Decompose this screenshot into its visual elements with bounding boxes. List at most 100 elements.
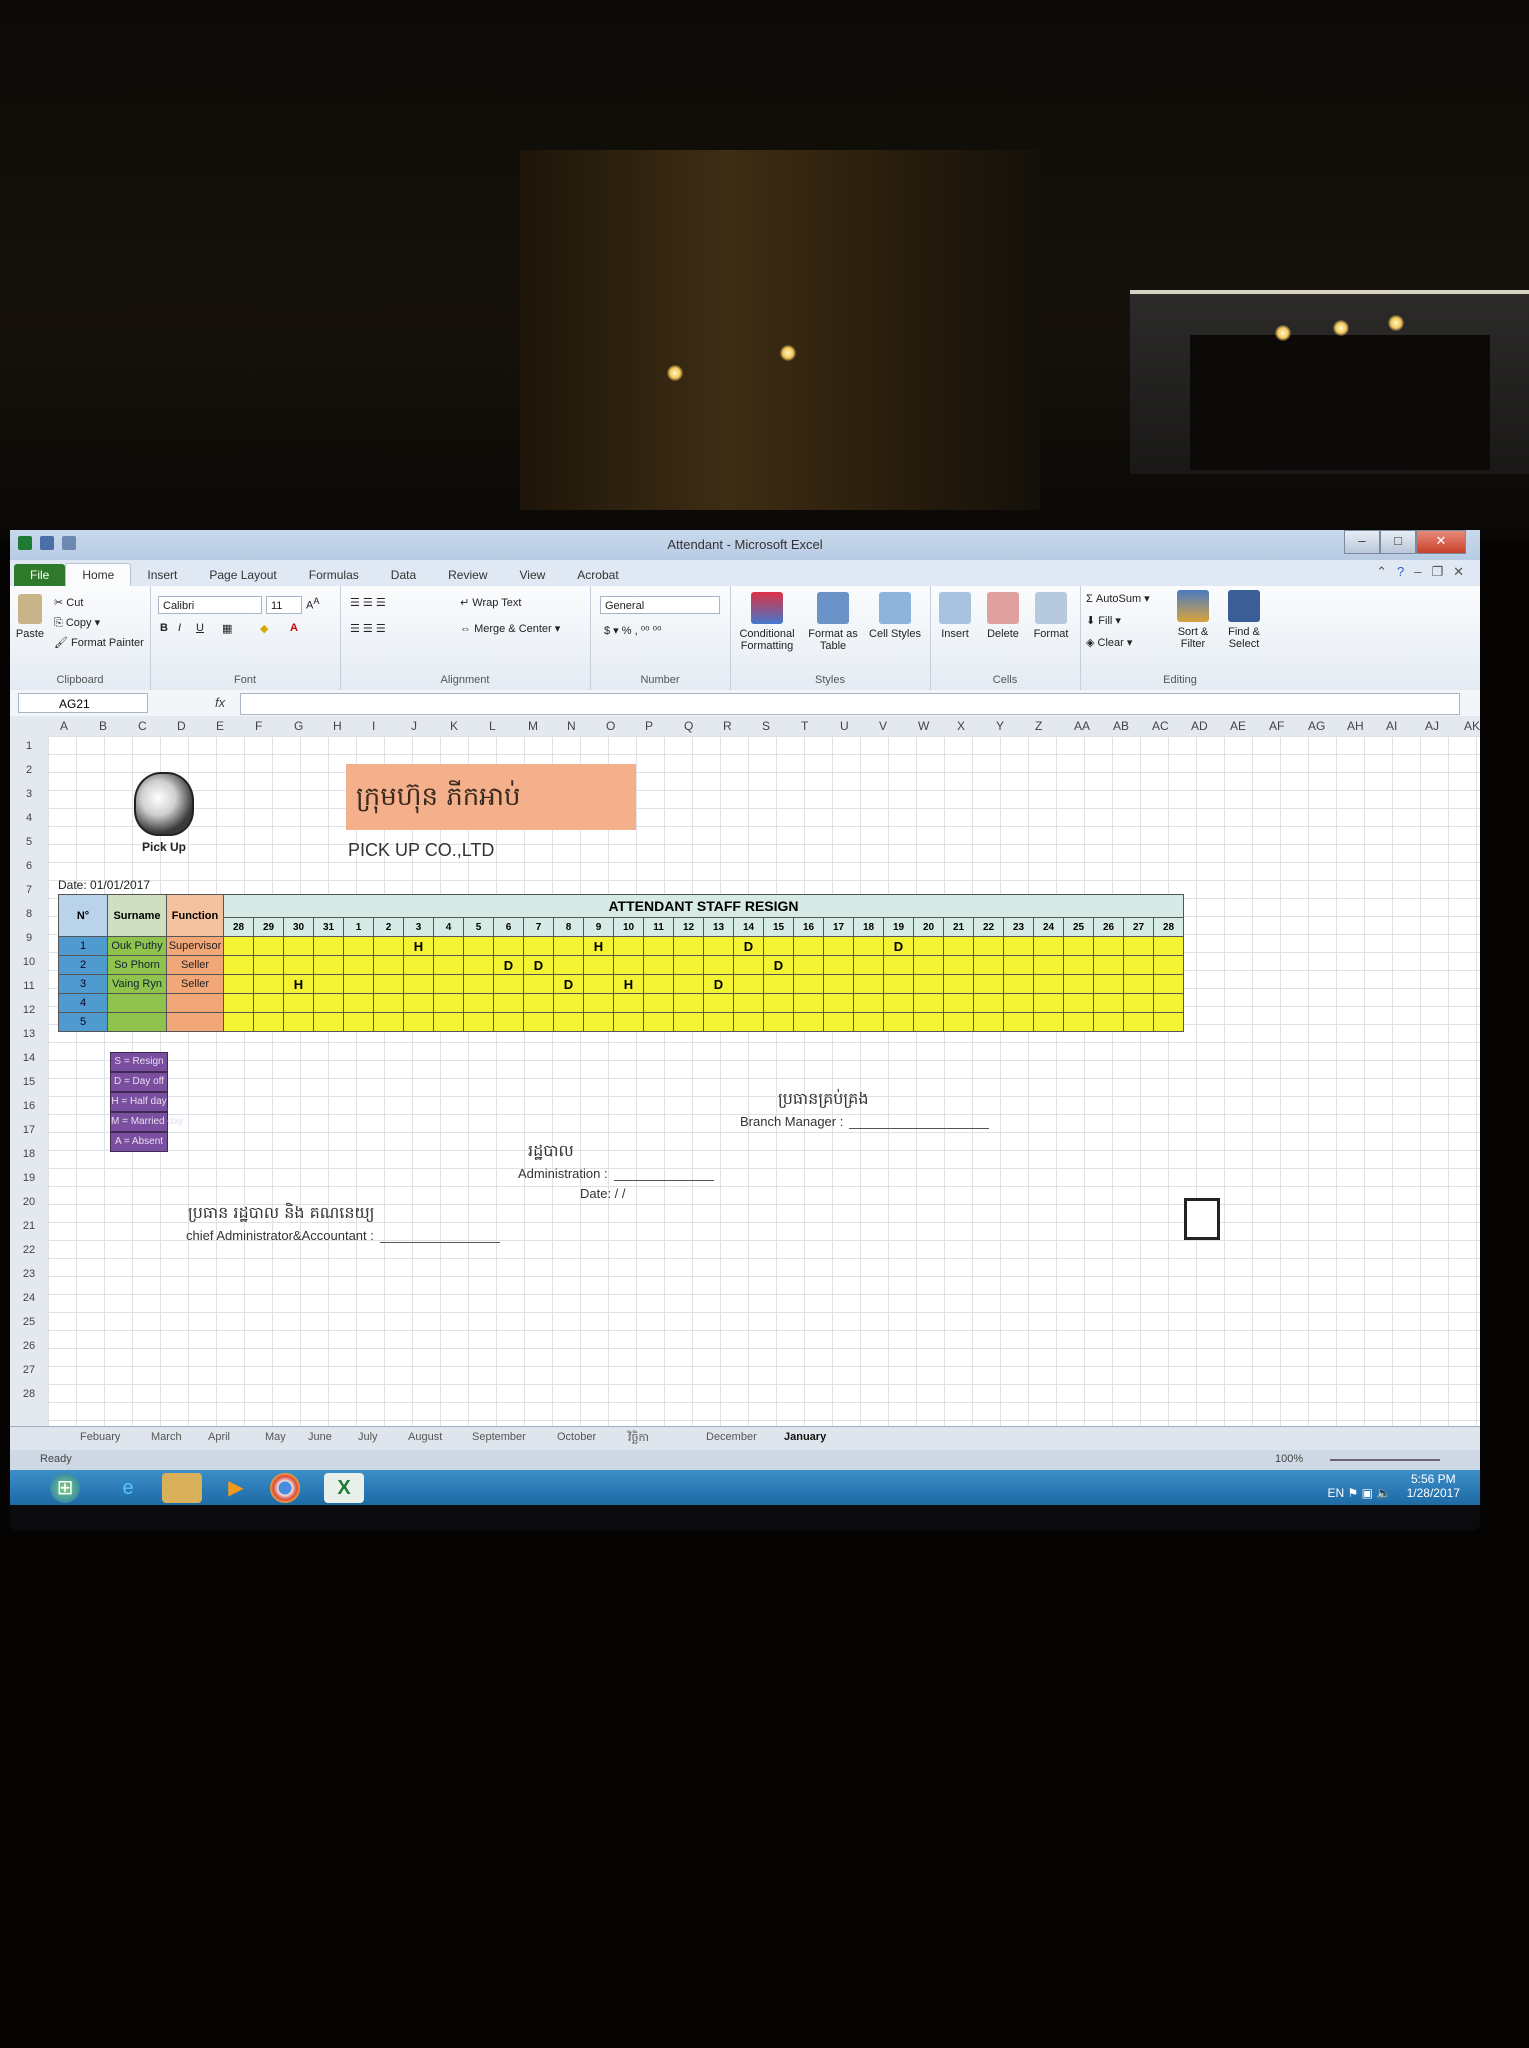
- staff-no[interactable]: 2: [58, 955, 108, 975]
- attendance-cell[interactable]: [343, 993, 374, 1013]
- sheet-tab[interactable]: May: [265, 1431, 286, 1443]
- staff-surname[interactable]: [107, 993, 167, 1013]
- attendance-cell[interactable]: [733, 993, 764, 1013]
- attendance-cell[interactable]: [1033, 955, 1064, 975]
- attendance-cell[interactable]: [403, 993, 434, 1013]
- column-header[interactable]: AI: [1386, 719, 1397, 733]
- insert-function-icon[interactable]: fx: [215, 695, 225, 710]
- cell-styles-button[interactable]: Cell Styles: [860, 592, 930, 640]
- column-header[interactable]: I: [372, 719, 375, 733]
- attendance-cell[interactable]: [733, 955, 764, 975]
- attendance-cell[interactable]: [973, 936, 1004, 956]
- attendance-cell[interactable]: [673, 993, 704, 1013]
- attendance-cell[interactable]: [253, 1012, 284, 1032]
- row-header[interactable]: 28: [10, 1388, 48, 1400]
- column-header[interactable]: M: [528, 719, 538, 733]
- sheet-tab[interactable]: December: [706, 1431, 757, 1443]
- attendance-cell[interactable]: [373, 993, 404, 1013]
- staff-no[interactable]: 1: [58, 936, 108, 956]
- attendance-cell[interactable]: [853, 936, 884, 956]
- cut-button[interactable]: ✂ Cut: [54, 596, 83, 609]
- row-header[interactable]: 10: [10, 956, 48, 968]
- attendance-cell[interactable]: [343, 955, 374, 975]
- language-indicator[interactable]: EN: [1328, 1486, 1345, 1500]
- attendance-cell[interactable]: [673, 936, 704, 956]
- name-box[interactable]: AG21: [18, 693, 148, 713]
- attendance-cell[interactable]: [913, 1012, 944, 1032]
- row-header[interactable]: 19: [10, 1172, 48, 1184]
- column-header[interactable]: W: [918, 719, 929, 733]
- copy-button[interactable]: ⎘ Copy ▾: [54, 616, 100, 630]
- row-header[interactable]: 25: [10, 1316, 48, 1328]
- row-header[interactable]: 12: [10, 1004, 48, 1016]
- attendance-cell[interactable]: [1153, 936, 1184, 956]
- attendance-cell[interactable]: [403, 955, 434, 975]
- clear-button[interactable]: ◈ Clear ▾: [1086, 636, 1132, 649]
- autosum-button[interactable]: Σ AutoSum ▾: [1086, 592, 1150, 605]
- volume-icon[interactable]: 🔈: [1376, 1486, 1391, 1500]
- row-header[interactable]: 6: [10, 860, 48, 872]
- column-header[interactable]: AA: [1074, 719, 1090, 733]
- chrome-icon[interactable]: [270, 1473, 300, 1503]
- format-button[interactable]: Format: [1026, 592, 1076, 640]
- attendance-cell[interactable]: [1033, 936, 1064, 956]
- attendance-cell[interactable]: [853, 1012, 884, 1032]
- sheet-tab[interactable]: June: [308, 1431, 332, 1443]
- attendance-cell[interactable]: [433, 993, 464, 1013]
- sheet-tab[interactable]: August: [408, 1431, 442, 1443]
- attendance-cell[interactable]: [973, 955, 1004, 975]
- ribbon-collapse-icon[interactable]: ⌃: [1376, 564, 1387, 580]
- attendance-cell[interactable]: D: [763, 955, 794, 975]
- attendance-cell[interactable]: [583, 1012, 614, 1032]
- attendance-cell[interactable]: [1123, 955, 1154, 975]
- column-header[interactable]: J: [411, 719, 417, 733]
- staff-function[interactable]: Seller: [166, 955, 224, 975]
- column-header[interactable]: AG: [1308, 719, 1325, 733]
- attendance-cell[interactable]: [1153, 993, 1184, 1013]
- column-header[interactable]: AJ: [1425, 719, 1439, 733]
- attendance-cell[interactable]: [583, 993, 614, 1013]
- attendance-cell[interactable]: [673, 974, 704, 994]
- attendance-cell[interactable]: [1063, 955, 1094, 975]
- font-size-select[interactable]: 11: [266, 596, 302, 614]
- attendance-cell[interactable]: [523, 974, 554, 994]
- staff-no[interactable]: 4: [58, 993, 108, 1013]
- sheet-tab[interactable]: October: [557, 1431, 596, 1443]
- attendance-cell[interactable]: [943, 955, 974, 975]
- worksheet-grid[interactable]: Pick Up ក្រុមហ៊ុន ភីកអាប់ PICK UP CO.,LT…: [48, 736, 1480, 1426]
- column-header[interactable]: K: [450, 719, 458, 733]
- fill-button[interactable]: ⬇ Fill ▾: [1086, 614, 1121, 627]
- attendance-cell[interactable]: [223, 974, 254, 994]
- workbook-restore-icon[interactable]: ❐: [1431, 564, 1443, 580]
- attendance-cell[interactable]: [493, 936, 524, 956]
- attendance-cell[interactable]: [343, 1012, 374, 1032]
- selected-cell[interactable]: [1184, 1198, 1220, 1240]
- sheet-tab[interactable]: Febuary: [80, 1431, 120, 1443]
- row-header[interactable]: 9: [10, 932, 48, 944]
- row-header[interactable]: 5: [10, 836, 48, 848]
- column-header[interactable]: AC: [1152, 719, 1169, 733]
- merge-center-button[interactable]: ⇔ Merge & Center ▾: [460, 622, 560, 635]
- attendance-cell[interactable]: [463, 974, 494, 994]
- attendance-cell[interactable]: [883, 993, 914, 1013]
- attendance-cell[interactable]: [493, 1012, 524, 1032]
- align-left-icon[interactable]: ☰ ☰ ☰: [350, 622, 386, 635]
- attendance-cell[interactable]: [223, 955, 254, 975]
- attendance-cell[interactable]: [883, 955, 914, 975]
- attendance-cell[interactable]: [763, 936, 794, 956]
- attendance-cell[interactable]: [283, 1012, 314, 1032]
- attendance-cell[interactable]: [613, 936, 644, 956]
- attendance-cell[interactable]: [913, 974, 944, 994]
- column-header[interactable]: P: [645, 719, 653, 733]
- attendance-cell[interactable]: [313, 993, 344, 1013]
- attendance-cell[interactable]: [583, 955, 614, 975]
- row-header[interactable]: 23: [10, 1268, 48, 1280]
- attendance-cell[interactable]: [553, 993, 584, 1013]
- attendance-cell[interactable]: [523, 993, 554, 1013]
- zoom-level[interactable]: 100%: [1275, 1453, 1303, 1465]
- attendance-cell[interactable]: [1093, 955, 1124, 975]
- excel-taskbar-icon[interactable]: X: [324, 1473, 364, 1503]
- sheet-tab[interactable]: វិច្ឆិកា: [628, 1431, 649, 1447]
- row-header[interactable]: 13: [10, 1028, 48, 1040]
- attendance-cell[interactable]: [1063, 993, 1094, 1013]
